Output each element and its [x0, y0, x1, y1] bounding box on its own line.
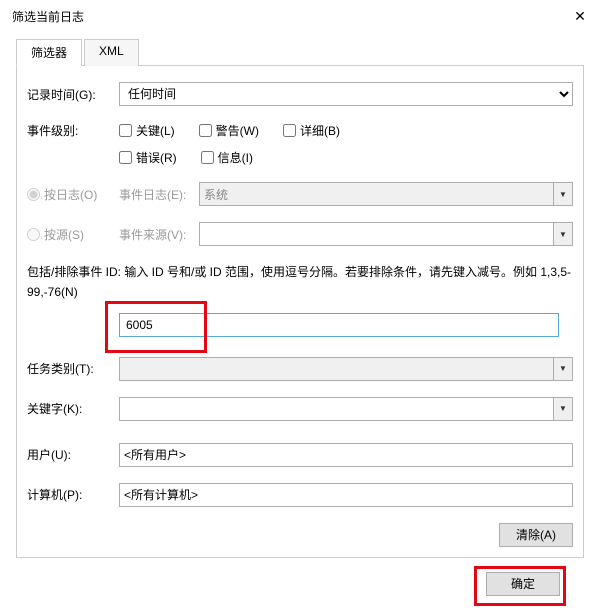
event-log-label: 事件日志(E):: [119, 186, 199, 203]
row-by-log: 按日志(O) 事件日志(E): 系统 ▼: [27, 182, 573, 206]
checkbox-warning[interactable]: [199, 124, 212, 137]
keywords-combo[interactable]: ▼: [119, 397, 573, 421]
computer-label: 计算机(P):: [27, 486, 119, 503]
row-task: 任务类别(T): ▼: [27, 357, 573, 381]
dialog-buttons: 确定: [16, 558, 584, 596]
row-keywords: 关键字(K): ▼: [27, 397, 573, 421]
row-user: 用户(U):: [27, 443, 573, 467]
chevron-down-icon: ▼: [553, 183, 572, 205]
event-source-label: 事件来源(V):: [119, 226, 199, 243]
id-help-text: 包括/排除事件 ID: 输入 ID 号和/或 ID 范围，使用逗号分隔。若要排除…: [27, 262, 573, 303]
event-source-value: [200, 232, 553, 236]
user-input[interactable]: [119, 443, 573, 467]
check-error[interactable]: 错误(R): [119, 149, 177, 166]
task-combo: ▼: [119, 357, 573, 381]
radio-by-source: [27, 228, 40, 241]
window-title: 筛选当前日志: [12, 8, 84, 25]
task-label: 任务类别(T):: [27, 360, 119, 377]
row-logged: 记录时间(G): 任何时间: [27, 82, 573, 106]
level-label: 事件级别:: [27, 122, 119, 139]
dialog-content: 筛选器 XML 记录时间(G): 任何时间 事件级别: 关键(L) 警告(W) …: [0, 30, 600, 596]
event-source-combo[interactable]: ▼: [199, 222, 573, 246]
logged-label: 记录时间(G):: [27, 86, 119, 103]
row-event-id: [119, 313, 573, 337]
event-id-input[interactable]: [119, 313, 559, 337]
event-log-value: 系统: [200, 184, 553, 205]
logged-select[interactable]: 任何时间: [119, 82, 573, 106]
task-value: [120, 367, 553, 371]
by-log-radio-label: 按日志(O): [27, 186, 119, 203]
checkbox-verbose[interactable]: [283, 124, 296, 137]
tab-strip: 筛选器 XML: [16, 38, 584, 66]
filter-panel: 记录时间(G): 任何时间 事件级别: 关键(L) 警告(W) 详细(B) 错误…: [16, 66, 584, 558]
check-verbose[interactable]: 详细(B): [283, 122, 340, 139]
close-icon[interactable]: ✕: [570, 8, 590, 25]
checkbox-critical[interactable]: [119, 124, 132, 137]
tab-filter[interactable]: 筛选器: [16, 39, 82, 66]
event-log-combo: 系统 ▼: [199, 182, 573, 206]
radio-by-log: [27, 188, 40, 201]
keywords-label: 关键字(K):: [27, 400, 119, 417]
tab-xml[interactable]: XML: [84, 39, 139, 66]
row-clear: 清除(A): [27, 523, 573, 547]
clear-button[interactable]: 清除(A): [499, 523, 573, 547]
check-critical[interactable]: 关键(L): [119, 122, 175, 139]
chevron-down-icon[interactable]: ▼: [553, 223, 572, 245]
check-warning[interactable]: 警告(W): [199, 122, 259, 139]
row-level: 事件级别: 关键(L) 警告(W) 详细(B) 错误(R) 信息(I): [27, 122, 573, 166]
row-computer: 计算机(P):: [27, 483, 573, 507]
ok-button[interactable]: 确定: [486, 572, 560, 596]
titlebar: 筛选当前日志 ✕: [0, 0, 600, 30]
computer-input[interactable]: [119, 483, 573, 507]
row-by-source: 按源(S) 事件来源(V): ▼: [27, 222, 573, 246]
keywords-value: [120, 407, 553, 411]
chevron-down-icon: ▼: [553, 358, 572, 380]
check-info[interactable]: 信息(I): [201, 149, 253, 166]
checkbox-error[interactable]: [119, 151, 132, 164]
chevron-down-icon[interactable]: ▼: [553, 398, 572, 420]
by-source-radio-label: 按源(S): [27, 226, 119, 243]
checkbox-info[interactable]: [201, 151, 214, 164]
user-label: 用户(U):: [27, 446, 119, 463]
